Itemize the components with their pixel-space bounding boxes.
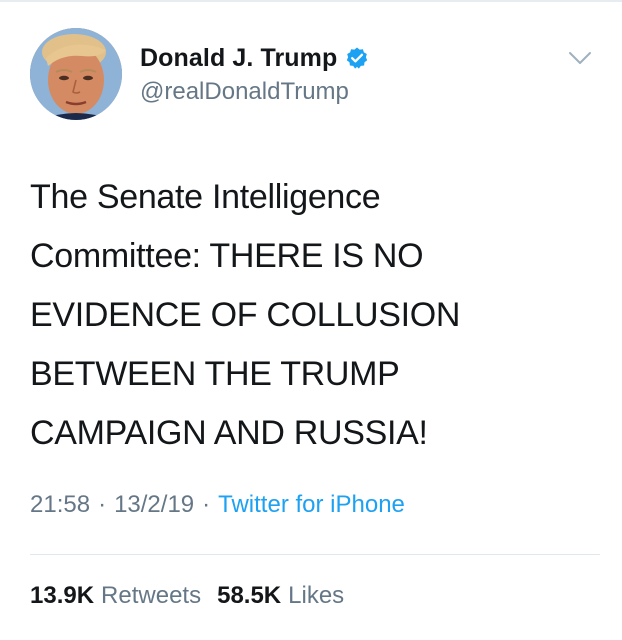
- name-row: Donald J. Trump: [140, 42, 369, 74]
- meta-separator: ·: [202, 491, 211, 518]
- likes-count: 58.5K: [217, 582, 282, 609]
- verified-badge-icon: [345, 46, 369, 70]
- tweet-card: Donald J. Trump @realDonaldTrump The Sen…: [0, 0, 622, 640]
- tweet-header: Donald J. Trump @realDonaldTrump: [30, 28, 600, 124]
- display-name[interactable]: Donald J. Trump: [140, 44, 337, 73]
- chevron-down-icon[interactable]: [568, 50, 592, 66]
- tweet-date[interactable]: 13/2/19: [114, 491, 194, 519]
- retweets-stat[interactable]: 13.9K Retweets: [30, 582, 201, 610]
- tweet-text: The Senate Intelligence Committee: THERE…: [30, 178, 461, 452]
- retweets-count: 13.9K: [30, 582, 95, 609]
- tweet-source-link[interactable]: Twitter for iPhone: [218, 491, 405, 519]
- tweet-time[interactable]: 21:58: [30, 491, 90, 519]
- likes-label: Likes: [288, 582, 345, 609]
- author-handle[interactable]: @realDonaldTrump: [140, 78, 369, 106]
- tweet-meta: 21:58 · 13/2/19 · Twitter for iPhone: [30, 491, 405, 519]
- retweets-label: Retweets: [101, 582, 202, 609]
- likes-stat[interactable]: 58.5K Likes: [217, 582, 344, 610]
- tweet-stats: 13.9K Retweets 58.5K Likes: [30, 582, 344, 610]
- author-block: Donald J. Trump @realDonaldTrump: [140, 42, 369, 106]
- meta-separator: ·: [98, 491, 107, 518]
- profile-photo-icon: [30, 28, 122, 120]
- avatar[interactable]: [30, 28, 122, 120]
- divider: [30, 554, 600, 555]
